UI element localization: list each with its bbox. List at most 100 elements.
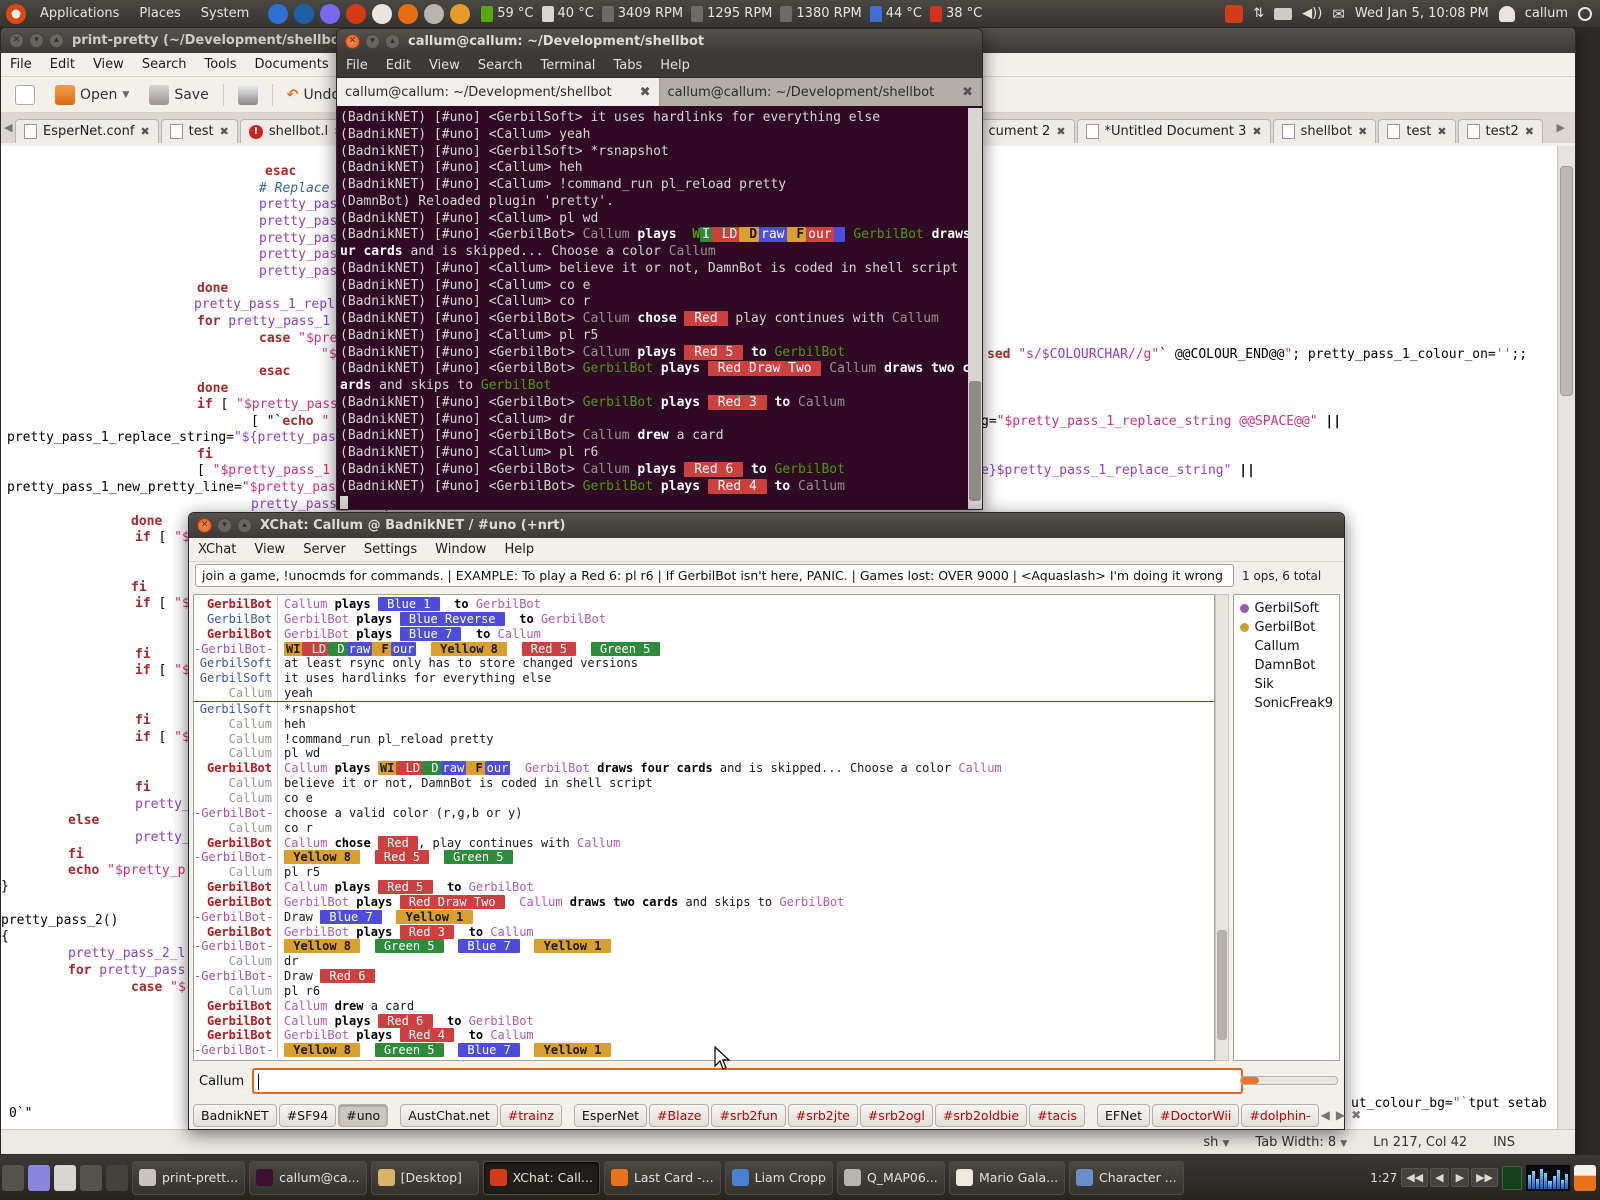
- panel-menu-applications[interactable]: Applications: [30, 0, 129, 27]
- gedit-tab[interactable]: EsperNet.conf✖: [15, 119, 159, 143]
- terminal-menu-search[interactable]: Search: [469, 54, 532, 77]
- tray-icon-3[interactable]: [54, 1165, 76, 1191]
- media-prev-button[interactable]: ◀◀: [1401, 1168, 1428, 1187]
- channel-tab-SF94[interactable]: #SF94: [279, 1104, 337, 1127]
- gedit-vertical-scrollbar[interactable]: [1557, 146, 1575, 1129]
- media-next-button[interactable]: ▶▶: [1471, 1168, 1498, 1187]
- channel-tab-EsperNet[interactable]: EsperNet: [574, 1104, 647, 1127]
- xchat-menu-view[interactable]: View: [245, 538, 294, 561]
- tab-close-icon[interactable]: ✖: [1525, 125, 1534, 138]
- terminal-menu-file[interactable]: File: [337, 54, 377, 77]
- scrollbar-thumb[interactable]: [969, 381, 981, 501]
- mail-icon[interactable]: ✉: [1332, 5, 1345, 23]
- xchat-maximize-icon[interactable]: ▴: [237, 518, 252, 533]
- xchat-menu-server[interactable]: Server: [294, 538, 355, 561]
- taskbar-item[interactable]: XChat: Call...: [483, 1161, 600, 1195]
- channel-tab-dolphin-[interactable]: #dolphin-: [1241, 1104, 1318, 1127]
- gedit-tab[interactable]: cument 2✖: [980, 119, 1075, 143]
- xchat-menu-help[interactable]: Help: [495, 538, 543, 561]
- gedit-menu-edit[interactable]: Edit: [41, 53, 84, 76]
- media-play-button[interactable]: ▶: [1451, 1168, 1469, 1187]
- vlc-launcher-icon[interactable]: [398, 4, 418, 24]
- media-player-launcher-icon[interactable]: [372, 4, 392, 24]
- terminal-menu-edit[interactable]: Edit: [377, 54, 420, 77]
- power-icon[interactable]: [1578, 7, 1592, 21]
- taskbar-item[interactable]: Last Card -...: [604, 1161, 721, 1195]
- keyboard-indicator-icon[interactable]: [1274, 8, 1292, 20]
- tray-icon-2[interactable]: [28, 1165, 50, 1191]
- close-tab-icon[interactable]: ✖: [1351, 1108, 1361, 1122]
- xchat-menu-window[interactable]: Window: [426, 538, 495, 561]
- channel-tab-trainz[interactable]: #trainz: [500, 1104, 562, 1127]
- tab-scroll-left-icon[interactable]: ◀: [4, 121, 12, 134]
- panel-menu-places[interactable]: Places: [129, 0, 190, 27]
- taskbar-item[interactable]: Mario Gala...: [949, 1161, 1065, 1195]
- message-input[interactable]: [252, 1068, 1243, 1094]
- scrollbar-thumb[interactable]: [1217, 930, 1228, 1040]
- gedit-menu-view[interactable]: View: [84, 53, 133, 76]
- channel-tab-uno[interactable]: #uno: [338, 1104, 388, 1127]
- tab-close-icon[interactable]: ✖: [962, 85, 973, 100]
- user-list-item[interactable]: GerbilSoft: [1236, 599, 1337, 618]
- terminal-tab[interactable]: callum@callum: ~/Development/shellbot✖: [337, 78, 660, 106]
- language-selector[interactable]: sh ▼: [1203, 1135, 1229, 1150]
- taskbar-item[interactable]: print-prett...: [132, 1161, 245, 1195]
- channel-tab-BadnikNET[interactable]: BadnikNET: [193, 1104, 277, 1127]
- xchat-launcher-icon[interactable]: [346, 4, 366, 24]
- open-button[interactable]: Open▼: [49, 82, 135, 108]
- gedit-tab[interactable]: shellbot✖: [1273, 119, 1377, 143]
- tab-close-icon[interactable]: ✖: [1056, 125, 1065, 138]
- user-list-item[interactable]: Sik: [1236, 675, 1337, 694]
- user-list-item[interactable]: DamnBot: [1236, 656, 1337, 675]
- gedit-tab[interactable]: test✖: [161, 119, 238, 143]
- volume-icon[interactable]: ◀)): [1302, 6, 1322, 21]
- tab-close-icon[interactable]: ✖: [640, 85, 651, 100]
- ubuntu-menu-icon[interactable]: [6, 4, 26, 24]
- gedit-menu-file[interactable]: File: [1, 53, 41, 76]
- channel-tab-tacis[interactable]: #tacis: [1029, 1104, 1085, 1127]
- thunderbird-launcher-icon[interactable]: [294, 4, 314, 24]
- media-tray-icon[interactable]: [1574, 1165, 1596, 1191]
- firefox-launcher-icon[interactable]: [268, 4, 288, 24]
- print-button[interactable]: [232, 82, 264, 108]
- user-list-item[interactable]: Callum: [1236, 637, 1337, 656]
- gedit-tab[interactable]: test2✖: [1458, 119, 1543, 143]
- gedit-maximize-icon[interactable]: ▴: [49, 33, 64, 48]
- user-list[interactable]: GerbilSoftGerbilBotCallumDamnBotSikSonic…: [1233, 594, 1340, 1061]
- tab-close-icon[interactable]: ✖: [140, 125, 149, 138]
- chat-message-area[interactable]: GerbilBotCallum plays Blue 1 to GerbilBo…: [193, 594, 1215, 1061]
- channel-tab-AustChat.net[interactable]: AustChat.net: [400, 1104, 498, 1127]
- channel-tab-DoctorWii[interactable]: #DoctorWii: [1152, 1104, 1239, 1127]
- scrollbar-thumb[interactable]: [1560, 166, 1573, 396]
- gedit-minimize-icon[interactable]: ▾: [29, 33, 44, 48]
- gedit-tab[interactable]: *Untitled Document 3✖: [1077, 119, 1271, 143]
- audacious-launcher-icon[interactable]: [450, 4, 470, 24]
- terminal-scrollbar[interactable]: [968, 108, 982, 509]
- taskbar-item[interactable]: Character ...: [1069, 1161, 1184, 1195]
- terminal-menu-tabs[interactable]: Tabs: [604, 54, 651, 77]
- arrow-tray-icon[interactable]: [106, 1165, 128, 1191]
- media-rewind-button[interactable]: ◀: [1430, 1168, 1448, 1187]
- xchat-tray-icon[interactable]: [1225, 5, 1243, 23]
- topic-input[interactable]: join a game, !unocmds for commands. | EX…: [195, 564, 1234, 587]
- terminal-minimize-icon[interactable]: ▾: [365, 34, 380, 49]
- new-document-button[interactable]: [9, 82, 41, 108]
- channel-tab-Blaze[interactable]: #Blaze: [649, 1104, 709, 1127]
- gedit-menu-search[interactable]: Search: [133, 53, 196, 76]
- user-menu[interactable]: callum: [1525, 6, 1568, 21]
- gedit-close-icon[interactable]: ✕: [9, 33, 24, 48]
- save-button[interactable]: Save: [143, 82, 214, 108]
- magnifier-tray-icon[interactable]: [80, 1165, 102, 1191]
- xchat-close-icon[interactable]: ✕: [197, 518, 212, 533]
- xchat-titlebar[interactable]: ✕ ▾ ▴ XChat: Callum @ BadnikNET / #uno (…: [189, 513, 1344, 538]
- terminal-titlebar[interactable]: ✕ ▾ ▴ callum@callum: ~/Development/shell…: [337, 29, 982, 54]
- channel-tab-EFNet[interactable]: EFNet: [1097, 1104, 1150, 1127]
- gedit-tab[interactable]: test✖: [1378, 119, 1455, 143]
- panel-menu-system[interactable]: System: [191, 0, 259, 27]
- terminal-maximize-icon[interactable]: ▴: [385, 34, 400, 49]
- user-list-item[interactable]: SonicFreak9: [1236, 694, 1337, 713]
- taskbar-item[interactable]: callum@ca...: [249, 1161, 367, 1195]
- tab-width-selector[interactable]: Tab Width: 8 ▼: [1255, 1135, 1347, 1150]
- video-editor-launcher-icon[interactable]: [424, 4, 444, 24]
- tab-close-icon[interactable]: ✖: [1358, 125, 1367, 138]
